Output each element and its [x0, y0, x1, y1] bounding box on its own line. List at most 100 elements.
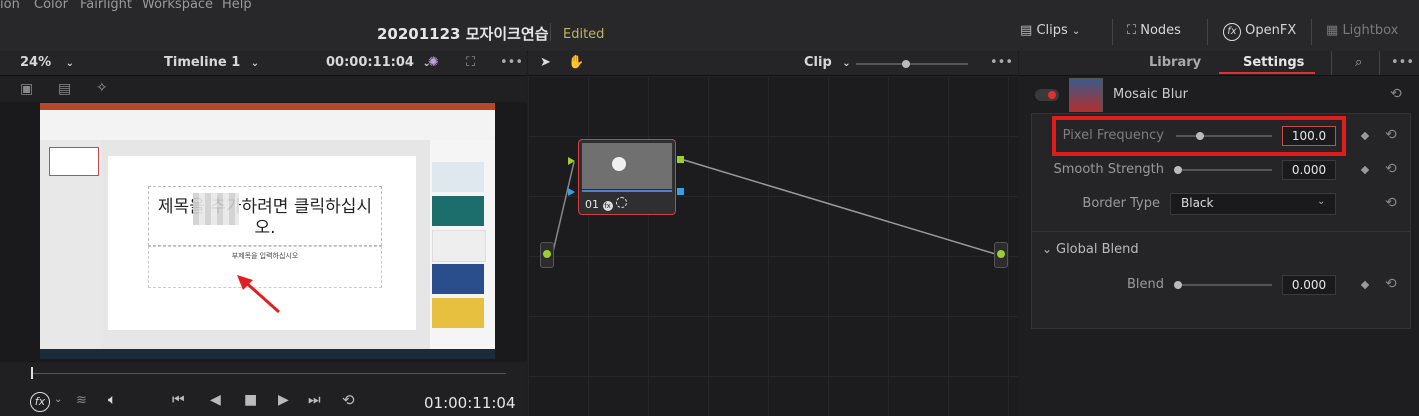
node-zoom-knob[interactable] — [902, 60, 910, 68]
reset-icon[interactable]: ⟲ — [1390, 86, 1402, 102]
chevron-down-icon[interactable]: ⌄ — [1042, 242, 1052, 256]
ppt-titlebar — [40, 103, 495, 110]
hand-tool-icon[interactable]: ✋ — [568, 55, 584, 70]
ppt-slide: 제목을 추가하려면 클릭하십시오. 부제목을 입력하십시오 — [108, 156, 416, 330]
node-rgb-output[interactable] — [677, 156, 684, 163]
scrubber-track[interactable] — [32, 373, 506, 374]
reset-icon[interactable]: ⟲ — [1385, 276, 1397, 292]
tab-library[interactable]: Library — [1149, 55, 1201, 70]
smooth-strength-field[interactable]: 0.000 — [1282, 160, 1336, 180]
node-thumbnail — [582, 143, 672, 189]
design-thumb — [432, 162, 484, 192]
red-arrow-annotation — [237, 275, 280, 314]
effect-enable-toggle[interactable] — [1035, 89, 1059, 101]
nodes-icon: ⛶ — [1127, 23, 1137, 38]
fx-icon[interactable]: fx — [30, 392, 50, 412]
global-blend-header[interactable]: Global Blend — [1056, 242, 1139, 257]
menu-item-help[interactable]: Help — [222, 0, 252, 12]
project-title: 20201123 모자이크연습 — [377, 25, 549, 43]
magic-wand-icon[interactable]: ✧ — [96, 80, 108, 96]
node-mode-select[interactable]: Clip ⌄ — [804, 55, 851, 70]
menu-item-color[interactable]: Color — [34, 0, 68, 12]
transport-bar: fx ⌄ ≋ 🔈︎ ⏮︎ ◀ ■ ▶ ⏭︎ ⟲ 01:00:11:04 — [0, 362, 527, 416]
node-editor-header: ➤ ✋ Clip ⌄ ••• — [528, 51, 1018, 76]
keyframe-diamond-icon[interactable] — [1360, 165, 1370, 175]
volume-icon[interactable]: 🔈︎ — [108, 392, 116, 408]
tab-settings[interactable]: Settings — [1243, 55, 1304, 70]
mosaic-blur-region — [193, 193, 239, 225]
reset-icon[interactable]: ⟲ — [1385, 195, 1397, 211]
border-type-label: Border Type — [1082, 196, 1160, 211]
design-thumb — [432, 196, 484, 226]
design-thumb — [432, 264, 484, 294]
viewer-header: 24% ⌄ Timeline 1 ⌄ 00:00:11:04 ⌄ ✺ ⛶ ••• — [0, 51, 527, 76]
corrector-node-01[interactable]: 01 fx — [578, 139, 676, 215]
timecode-display[interactable]: 00:00:11:04 ⌄ — [326, 55, 431, 70]
color-wheel-icon[interactable]: ✺ — [428, 55, 439, 70]
node-label: 01 fx — [585, 197, 627, 211]
split-screen-icon[interactable]: ▤ — [58, 81, 71, 97]
windows-taskbar — [40, 349, 495, 359]
dotted-circle-icon — [616, 197, 627, 208]
timeline-select[interactable]: Timeline 1 ⌄ — [164, 55, 259, 70]
blend-knob[interactable] — [1174, 281, 1182, 289]
chevron-down-icon[interactable]: ⌄ — [54, 394, 62, 405]
node-connections — [551, 159, 1003, 257]
slide-subtitle-text: 부제목을 입력하십시오 — [231, 252, 299, 260]
node-thumbnail-dot — [612, 157, 626, 171]
clips-button[interactable]: ▤ Clips ⌄ — [1020, 23, 1080, 38]
node-key-output[interactable] — [677, 188, 684, 195]
menu-item-fairlight[interactable]: Fairlight — [80, 0, 132, 12]
layers-icon[interactable]: ≋ — [76, 393, 87, 408]
openfx-button[interactable]: fx OpenFX — [1223, 23, 1296, 41]
effects-header: Library Settings ⌕ ••• — [1019, 51, 1419, 76]
reset-icon[interactable]: ⟲ — [1385, 161, 1397, 177]
clips-icon: ▤ — [1020, 23, 1033, 38]
keyframe-diamond-icon[interactable] — [1360, 280, 1370, 290]
zoom-select[interactable]: 24% ⌄ — [20, 55, 74, 70]
border-type-select[interactable]: Black ⌄ — [1170, 193, 1336, 215]
blend-field[interactable]: 0.000 — [1282, 275, 1336, 295]
blend-slider[interactable] — [1176, 284, 1272, 286]
viewer-frame: 제목을 추가하려면 클릭하십시오. 부제목을 입력하십시오 — [40, 103, 495, 359]
lightbox-button[interactable]: ▦ Lightbox — [1326, 23, 1398, 38]
fullscreen-icon[interactable]: ⛶ — [466, 55, 475, 70]
smooth-strength-knob[interactable] — [1174, 166, 1182, 174]
smooth-strength-slider[interactable] — [1176, 169, 1272, 171]
keyframe-diamond-icon[interactable] — [1360, 131, 1370, 141]
source-input-node[interactable] — [540, 242, 554, 268]
design-thumb — [432, 230, 486, 262]
title-bar: 20201123 모자이크연습 Edited ▤ Clips ⌄ ⛶ Nodes… — [0, 13, 1419, 52]
more-options-icon[interactable]: ••• — [1391, 55, 1414, 70]
reset-icon[interactable]: ⟲ — [1385, 127, 1397, 143]
image-wipe-icon[interactable]: ▣ — [20, 81, 33, 97]
skip-to-start-icon[interactable]: ⏮︎ — [172, 392, 185, 408]
more-options-icon[interactable]: ••• — [990, 55, 1013, 70]
node-rgb-input[interactable] — [568, 157, 575, 165]
skip-to-end-icon[interactable]: ⏭︎ — [308, 392, 321, 408]
play-icon[interactable]: ▶ — [278, 392, 289, 408]
menu-item-edition[interactable]: ion — [0, 0, 20, 12]
fx-icon: fx — [602, 201, 613, 211]
effect-name: Mosaic Blur — [1113, 87, 1188, 102]
ppt-canvas: 제목을 추가하려면 클릭하십시오. 부제목을 입력하십시오 — [102, 140, 430, 349]
chevron-down-icon: ⌄ — [1317, 196, 1326, 207]
loop-icon[interactable]: ⟲ — [342, 391, 355, 409]
fx-icon: fx — [1223, 23, 1241, 41]
chevron-down-icon: ⌄ — [1071, 26, 1081, 37]
stop-icon[interactable]: ■ — [244, 392, 257, 408]
more-options-icon[interactable]: ••• — [500, 55, 523, 70]
reverse-play-icon[interactable]: ◀ — [210, 392, 221, 408]
ppt-slide-thumbnail — [49, 147, 99, 176]
search-icon[interactable]: ⌕ — [1355, 55, 1362, 70]
menu-item-workspace[interactable]: Workspace — [142, 0, 213, 12]
nodes-button[interactable]: ⛶ Nodes — [1127, 23, 1181, 38]
node-graph[interactable]: 01 fx — [528, 76, 1018, 416]
pointer-tool-icon[interactable]: ➤ — [540, 55, 551, 70]
ppt-thumbnail-pane — [40, 140, 102, 349]
lightbox-icon: ▦ — [1326, 23, 1339, 38]
playhead[interactable] — [31, 367, 33, 379]
output-node[interactable] — [994, 242, 1008, 268]
node-key-input[interactable] — [568, 188, 575, 196]
node-zoom-slider[interactable] — [856, 63, 968, 65]
